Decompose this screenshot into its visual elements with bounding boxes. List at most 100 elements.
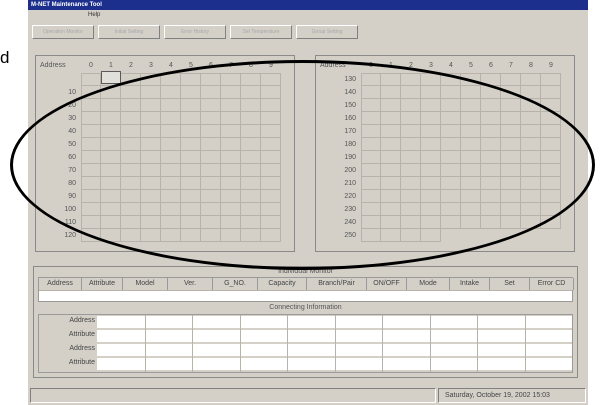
address-cell[interactable]: [241, 216, 261, 229]
address-cell[interactable]: [441, 99, 461, 112]
address-cell[interactable]: [201, 229, 221, 242]
address-cell[interactable]: [101, 190, 121, 203]
address-cell[interactable]: [441, 86, 461, 99]
selected-address-cell[interactable]: [101, 71, 121, 84]
address-cell[interactable]: [541, 203, 561, 216]
address-cell[interactable]: [541, 99, 561, 112]
address-cell[interactable]: [521, 125, 541, 138]
address-cell[interactable]: [261, 216, 281, 229]
address-cell[interactable]: [81, 229, 101, 242]
address-cell[interactable]: [141, 73, 161, 86]
address-cell[interactable]: [441, 138, 461, 151]
address-cell[interactable]: [441, 177, 461, 190]
address-cell[interactable]: [141, 138, 161, 151]
address-cell[interactable]: [401, 190, 421, 203]
address-cell[interactable]: [401, 177, 421, 190]
address-cell[interactable]: [101, 125, 121, 138]
address-cell[interactable]: [461, 190, 481, 203]
address-cell[interactable]: [381, 86, 401, 99]
address-cell[interactable]: [421, 99, 441, 112]
address-cell[interactable]: [441, 112, 461, 125]
address-cell[interactable]: [541, 190, 561, 203]
address-cell[interactable]: [141, 99, 161, 112]
address-cell[interactable]: [121, 112, 141, 125]
address-cell[interactable]: [201, 177, 221, 190]
address-cell[interactable]: [221, 99, 241, 112]
address-cell[interactable]: [241, 151, 261, 164]
address-cell[interactable]: [201, 190, 221, 203]
toolbar-button[interactable]: Set Temperature: [230, 25, 292, 39]
address-cell[interactable]: [501, 73, 521, 86]
address-cell[interactable]: [261, 177, 281, 190]
address-cell[interactable]: [461, 151, 481, 164]
address-cell[interactable]: [361, 99, 381, 112]
address-cell[interactable]: [101, 99, 121, 112]
address-cell[interactable]: [441, 190, 461, 203]
address-cell[interactable]: [261, 99, 281, 112]
address-cell[interactable]: [121, 99, 141, 112]
address-cell[interactable]: [541, 138, 561, 151]
address-cell[interactable]: [361, 164, 381, 177]
address-cell[interactable]: [381, 229, 401, 242]
address-cell[interactable]: [121, 216, 141, 229]
address-cell[interactable]: [161, 99, 181, 112]
address-cell[interactable]: [521, 151, 541, 164]
address-cell[interactable]: [181, 112, 201, 125]
address-cell[interactable]: [401, 203, 421, 216]
address-cell[interactable]: [201, 112, 221, 125]
address-cell[interactable]: [481, 151, 501, 164]
address-cell[interactable]: [421, 151, 441, 164]
address-cell[interactable]: [81, 177, 101, 190]
address-cell[interactable]: [161, 151, 181, 164]
address-cell[interactable]: [261, 229, 281, 242]
address-cell[interactable]: [181, 73, 201, 86]
address-cell[interactable]: [241, 112, 261, 125]
address-cell[interactable]: [221, 73, 241, 86]
address-cell[interactable]: [381, 177, 401, 190]
address-cell[interactable]: [161, 203, 181, 216]
address-cell[interactable]: [481, 177, 501, 190]
address-cell[interactable]: [501, 164, 521, 177]
address-cell[interactable]: [221, 125, 241, 138]
address-cell[interactable]: [481, 73, 501, 86]
toolbar-button[interactable]: Operation Monitor: [32, 25, 94, 39]
address-cell[interactable]: [101, 177, 121, 190]
address-cell[interactable]: [521, 216, 541, 229]
address-cell[interactable]: [161, 73, 181, 86]
address-cell[interactable]: [101, 164, 121, 177]
address-cell[interactable]: [361, 203, 381, 216]
address-cell[interactable]: [541, 86, 561, 99]
address-cell[interactable]: [381, 73, 401, 86]
address-cell[interactable]: [381, 190, 401, 203]
toolbar-button[interactable]: Initial Setting: [98, 25, 160, 39]
address-cell[interactable]: [261, 112, 281, 125]
address-cell[interactable]: [521, 73, 541, 86]
address-cell[interactable]: [481, 138, 501, 151]
address-cell[interactable]: [361, 151, 381, 164]
address-cell[interactable]: [481, 164, 501, 177]
address-cell[interactable]: [121, 229, 141, 242]
address-cell[interactable]: [501, 125, 521, 138]
address-cell[interactable]: [241, 164, 261, 177]
address-cell[interactable]: [121, 203, 141, 216]
address-cell[interactable]: [361, 229, 381, 242]
address-cell[interactable]: [361, 125, 381, 138]
address-cell[interactable]: [541, 125, 561, 138]
address-cell[interactable]: [81, 86, 101, 99]
address-cell[interactable]: [461, 164, 481, 177]
address-cell[interactable]: [441, 151, 461, 164]
address-cell[interactable]: [181, 151, 201, 164]
address-cell[interactable]: [421, 86, 441, 99]
address-cell[interactable]: [181, 229, 201, 242]
address-cell[interactable]: [521, 99, 541, 112]
address-cell[interactable]: [181, 125, 201, 138]
address-cell[interactable]: [81, 164, 101, 177]
address-cell[interactable]: [401, 164, 421, 177]
address-cell[interactable]: [161, 229, 181, 242]
address-cell[interactable]: [401, 125, 421, 138]
address-cell[interactable]: [121, 86, 141, 99]
address-cell[interactable]: [141, 190, 161, 203]
address-cell[interactable]: [221, 138, 241, 151]
address-cell[interactable]: [221, 151, 241, 164]
address-cell[interactable]: [421, 73, 441, 86]
